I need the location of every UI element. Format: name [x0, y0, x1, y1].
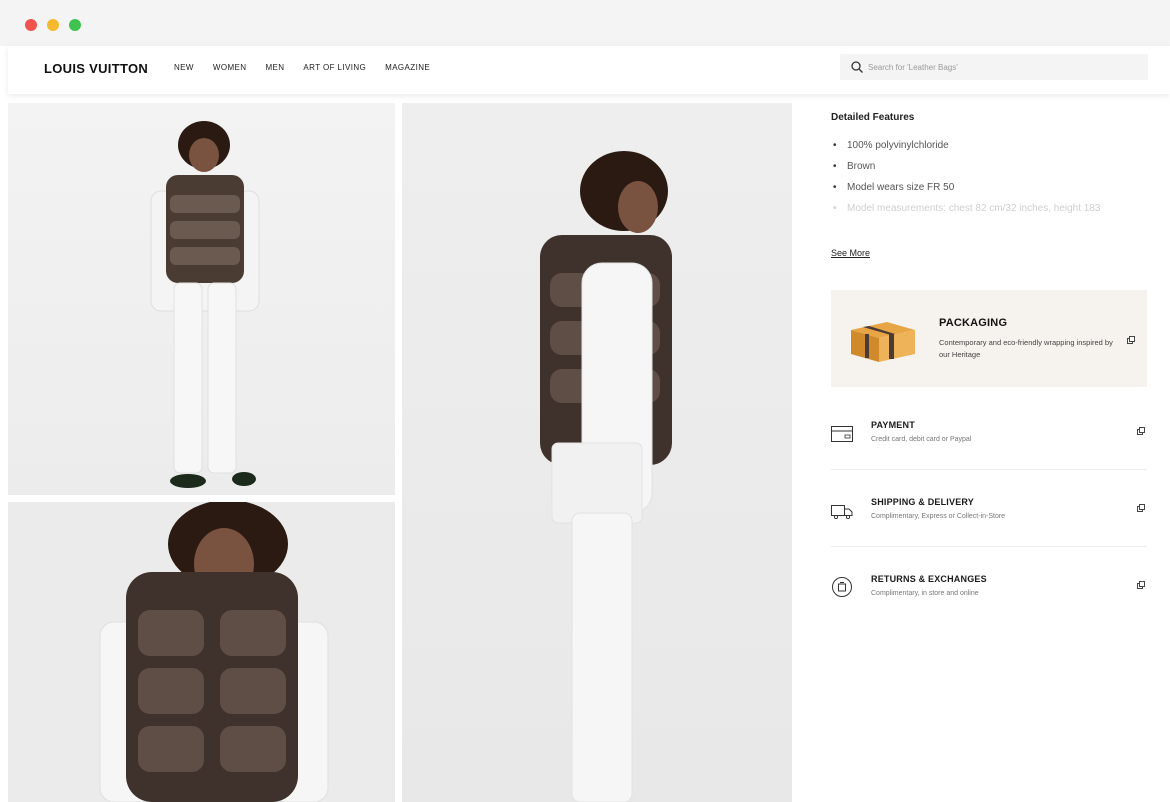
- product-image-closeup[interactable]: [8, 502, 395, 802]
- divider: [831, 546, 1147, 547]
- site-header: LOUIS VUITTON NEW WOMEN MEN ART OF LIVIN…: [8, 46, 1170, 94]
- shipping-row[interactable]: SHIPPING & DELIVERY Complimentary, Expre…: [831, 497, 1147, 557]
- main-nav: NEW WOMEN MEN ART OF LIVING MAGAZINE: [174, 63, 449, 72]
- product-image-front[interactable]: [8, 103, 395, 495]
- brand-logo[interactable]: LOUIS VUITTON: [44, 61, 148, 76]
- payment-title: PAYMENT: [871, 420, 915, 430]
- packaging-card[interactable]: PACKAGING Contemporary and eco-friendly …: [831, 290, 1147, 387]
- shipping-description: Complimentary, Express or Collect-in-Sto…: [871, 513, 1006, 520]
- features-list: 100% polyvinylchloride Brown Model wears…: [831, 140, 1151, 224]
- returns-title: RETURNS & EXCHANGES: [871, 574, 987, 584]
- card-icon: [831, 426, 853, 442]
- external-link-icon[interactable]: [1137, 504, 1145, 512]
- payment-row[interactable]: PAYMENT Credit card, debit card or Paypa…: [831, 420, 1147, 480]
- returns-description: Complimentary, in store and online: [871, 590, 979, 597]
- search-icon[interactable]: [850, 60, 864, 74]
- product-image-side[interactable]: [402, 103, 792, 802]
- nav-item-women[interactable]: WOMEN: [213, 63, 247, 72]
- feature-item: 100% polyvinylchloride: [831, 140, 1151, 161]
- external-link-icon[interactable]: [1137, 427, 1145, 435]
- nav-item-men[interactable]: MEN: [265, 63, 284, 72]
- external-link-icon[interactable]: [1137, 581, 1145, 589]
- packaging-title: PACKAGING: [939, 317, 1008, 329]
- see-more-link[interactable]: See More: [831, 248, 870, 258]
- close-window-button[interactable]: [25, 19, 37, 31]
- divider: [831, 469, 1147, 470]
- nav-item-new[interactable]: NEW: [174, 63, 194, 72]
- payment-description: Credit card, debit card or Paypal: [871, 436, 972, 443]
- feature-item: Model wears size FR 50: [831, 182, 1151, 203]
- nav-item-art-of-living[interactable]: ART OF LIVING: [303, 63, 366, 72]
- minimize-window-button[interactable]: [47, 19, 59, 31]
- feature-item: Brown: [831, 161, 1151, 182]
- external-link-icon[interactable]: [1127, 336, 1135, 344]
- truck-icon: [831, 505, 853, 519]
- returns-row[interactable]: RETURNS & EXCHANGES Complimentary, in st…: [831, 574, 1147, 634]
- search-input[interactable]: [868, 58, 1138, 76]
- returns-icon: [832, 577, 852, 597]
- detailed-features-heading: Detailed Features: [831, 112, 915, 123]
- browser-chrome: [0, 0, 1170, 46]
- gift-box-icon: [851, 322, 915, 362]
- shipping-title: SHIPPING & DELIVERY: [871, 497, 974, 507]
- search-bar[interactable]: [840, 54, 1148, 80]
- maximize-window-button[interactable]: [69, 19, 81, 31]
- packaging-description: Contemporary and eco-friendly wrapping i…: [939, 338, 1113, 359]
- feature-item: Model measurements: chest 82 cm/32 inche…: [831, 203, 1151, 224]
- nav-item-magazine[interactable]: MAGAZINE: [385, 63, 430, 72]
